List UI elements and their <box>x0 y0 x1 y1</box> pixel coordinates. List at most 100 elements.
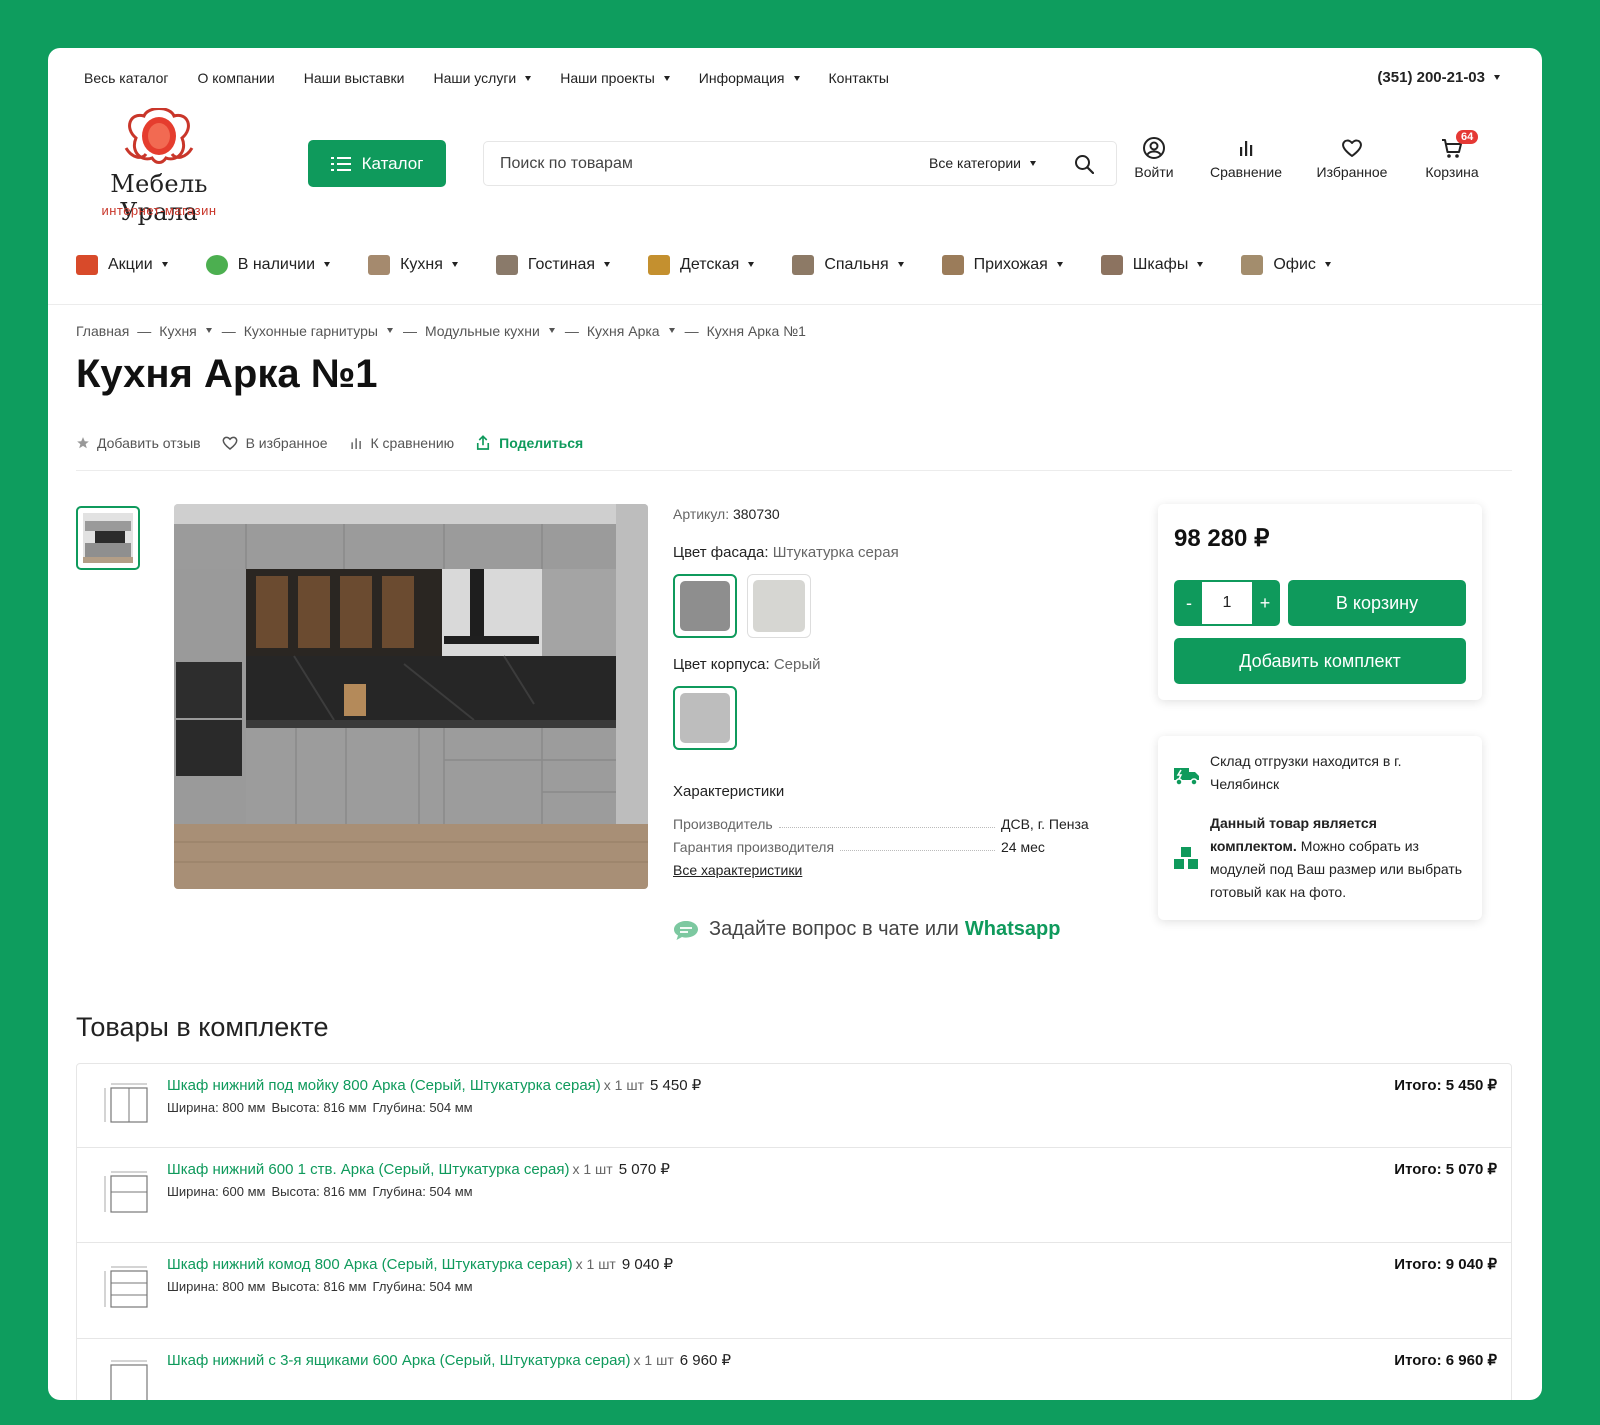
set-section-title: Товары в комплекте <box>76 1012 329 1042</box>
cart-count-badge: 64 <box>1456 130 1479 144</box>
caret-down-icon <box>897 261 904 267</box>
set-item-title: Шкаф нижний под мойку 800 Арка (Серый, Ш… <box>167 1077 702 1094</box>
search-category-select[interactable]: Все категории <box>929 142 1036 185</box>
menu-item-in-stock[interactable]: В наличии <box>205 255 331 275</box>
set-item-link[interactable]: Шкаф нижний с 3-я ящиками 600 Арка (Серы… <box>167 1352 631 1369</box>
body-color-row: Цвет корпуса: Серый <box>673 656 821 673</box>
living-room-icon <box>495 255 518 275</box>
share-button[interactable]: Поделиться <box>474 434 583 452</box>
kids-room-icon <box>648 255 671 275</box>
caret-down-icon <box>451 261 458 267</box>
logo-emblem-icon <box>124 108 194 164</box>
bar-chart-icon <box>350 438 361 449</box>
bar-chart-icon <box>1240 141 1253 156</box>
search-icon[interactable] <box>1074 154 1094 174</box>
add-favorite-button[interactable]: В избранное <box>221 434 328 452</box>
caret-down-icon[interactable] <box>668 327 675 333</box>
login-button[interactable]: Войти <box>1126 136 1182 180</box>
divider <box>76 470 1512 471</box>
product-main-image[interactable] <box>174 504 648 889</box>
office-icon <box>1241 255 1264 275</box>
cabinet-sketch-image <box>104 1266 148 1308</box>
menu-item-sales[interactable]: Акции <box>76 255 168 275</box>
top-nav-item[interactable]: Наши услуги <box>433 70 532 86</box>
menu-item-kitchen[interactable]: Кухня <box>368 255 458 275</box>
table-row: Шкаф нижний с 3-я ящиками 600 Арка (Серы… <box>77 1339 1511 1400</box>
characteristics-title: Характеристики <box>673 783 785 800</box>
body-swatch[interactable] <box>673 686 737 750</box>
page: Весь каталог О компании Наши выставки На… <box>48 48 1542 1400</box>
set-item-link[interactable]: Шкаф нижний комод 800 Арка (Серый, Штука… <box>167 1256 573 1273</box>
product-actions: Добавить отзыв В избранное К сравнению П… <box>76 434 603 452</box>
quantity-value[interactable]: 1 <box>1202 594 1252 612</box>
top-nav-item[interactable]: Наши выставки <box>304 70 405 86</box>
caret-down-icon <box>663 75 670 81</box>
caret-down-icon[interactable] <box>386 327 393 333</box>
set-items-list: Шкаф нижний под мойку 800 Арка (Серый, Ш… <box>76 1063 1512 1400</box>
in-stock-icon <box>205 255 228 275</box>
menu-item-office[interactable]: Офис <box>1241 255 1331 275</box>
set-item-title: Шкаф нижний с 3-я ящиками 600 Арка (Серы… <box>167 1352 731 1369</box>
sale-icon <box>76 255 98 275</box>
caret-down-icon[interactable] <box>205 327 212 333</box>
breadcrumb-item[interactable]: Кухня Арка <box>587 323 660 339</box>
heart-icon <box>222 436 238 450</box>
logo[interactable]: Мебель Урала интернет-магазин <box>74 108 244 226</box>
add-compare-button[interactable]: К сравнению <box>348 435 454 451</box>
star-icon <box>77 437 89 449</box>
breadcrumb-item[interactable]: Кухня <box>159 323 196 339</box>
menu-item-wardrobes[interactable]: Шкафы <box>1100 255 1204 275</box>
quantity-plus-button[interactable]: + <box>1252 582 1278 624</box>
delivery-truck-icon <box>1174 768 1199 786</box>
top-nav-item[interactable]: Наши проекты <box>560 70 670 86</box>
add-to-cart-button[interactable]: В корзину <box>1288 580 1466 626</box>
set-item-link[interactable]: Шкаф нижний 600 1 ств. Арка (Серый, Штук… <box>167 1161 569 1178</box>
breadcrumb-item[interactable]: Кухонные гарнитуры <box>244 323 378 339</box>
quantity-stepper: - 1 + <box>1174 580 1280 626</box>
compare-button[interactable]: Сравнение <box>1203 136 1289 180</box>
top-nav-item[interactable]: Весь каталог <box>84 70 168 86</box>
phone-number[interactable]: (351) 200-21-03 <box>1377 66 1500 90</box>
menu-item-kids-room[interactable]: Детская <box>648 255 755 275</box>
table-row: Шкаф нижний комод 800 Арка (Серый, Штука… <box>77 1243 1511 1339</box>
set-note: Данный товар является комплектом. Можно … <box>1210 815 1463 900</box>
all-characteristics-link[interactable]: Все характеристики <box>673 862 802 878</box>
menu-item-hallway[interactable]: Прихожая <box>941 255 1063 275</box>
set-item-total: Итого: 5 450 ₽ <box>1394 1077 1497 1094</box>
cabinet-sketch-image <box>110 1360 148 1400</box>
add-set-button[interactable]: Добавить комплект <box>1174 638 1466 684</box>
kitchen-icon <box>368 255 391 275</box>
add-review-button[interactable]: Добавить отзыв <box>76 435 201 451</box>
facade-swatch[interactable] <box>673 574 737 638</box>
caret-down-icon[interactable] <box>548 327 555 333</box>
top-nav-item[interactable]: Контакты <box>829 70 889 86</box>
breadcrumb-item[interactable]: Главная <box>76 323 129 339</box>
breadcrumb-item[interactable]: Модульные кухни <box>425 323 540 339</box>
bedroom-icon <box>792 255 815 275</box>
menu-item-bedroom[interactable]: Спальня <box>792 255 904 275</box>
catalog-button[interactable]: Каталог <box>308 140 446 187</box>
whatsapp-link[interactable]: Whatsapp <box>965 918 1061 941</box>
breadcrumb: Главная — Кухня — Кухонные гарнитуры — Моду… <box>76 323 806 339</box>
product-thumbnail[interactable] <box>76 506 140 570</box>
ask-question: Задайте вопрос в чате или Whatsapp <box>673 918 1060 941</box>
caret-down-icon <box>793 75 800 81</box>
set-item-title: Шкаф нижний комод 800 Арка (Серый, Штука… <box>167 1256 674 1273</box>
top-nav-item[interactable]: О компании <box>197 70 274 86</box>
menu-item-living-room[interactable]: Гостиная <box>495 255 611 275</box>
facade-swatch[interactable] <box>747 574 811 638</box>
search-box: Все категории <box>483 141 1117 186</box>
set-item-total: Итого: 5 070 ₽ <box>1394 1161 1497 1178</box>
search-input[interactable] <box>500 142 900 185</box>
caret-down-icon <box>161 261 168 267</box>
cart-button[interactable]: Корзина 64 <box>1420 130 1484 180</box>
swatch-color <box>753 580 805 632</box>
top-nav-item[interactable]: Информация <box>699 70 800 86</box>
favorites-button[interactable]: Избранное <box>1309 136 1395 180</box>
set-item-total: Итого: 6 960 ₽ <box>1394 1352 1497 1369</box>
boxes-icon <box>1174 847 1198 869</box>
quantity-minus-button[interactable]: - <box>1176 582 1202 624</box>
set-item-total: Итого: 9 040 ₽ <box>1394 1256 1497 1273</box>
set-item-link[interactable]: Шкаф нижний под мойку 800 Арка (Серый, Ш… <box>167 1077 601 1094</box>
caret-down-icon <box>748 261 755 267</box>
